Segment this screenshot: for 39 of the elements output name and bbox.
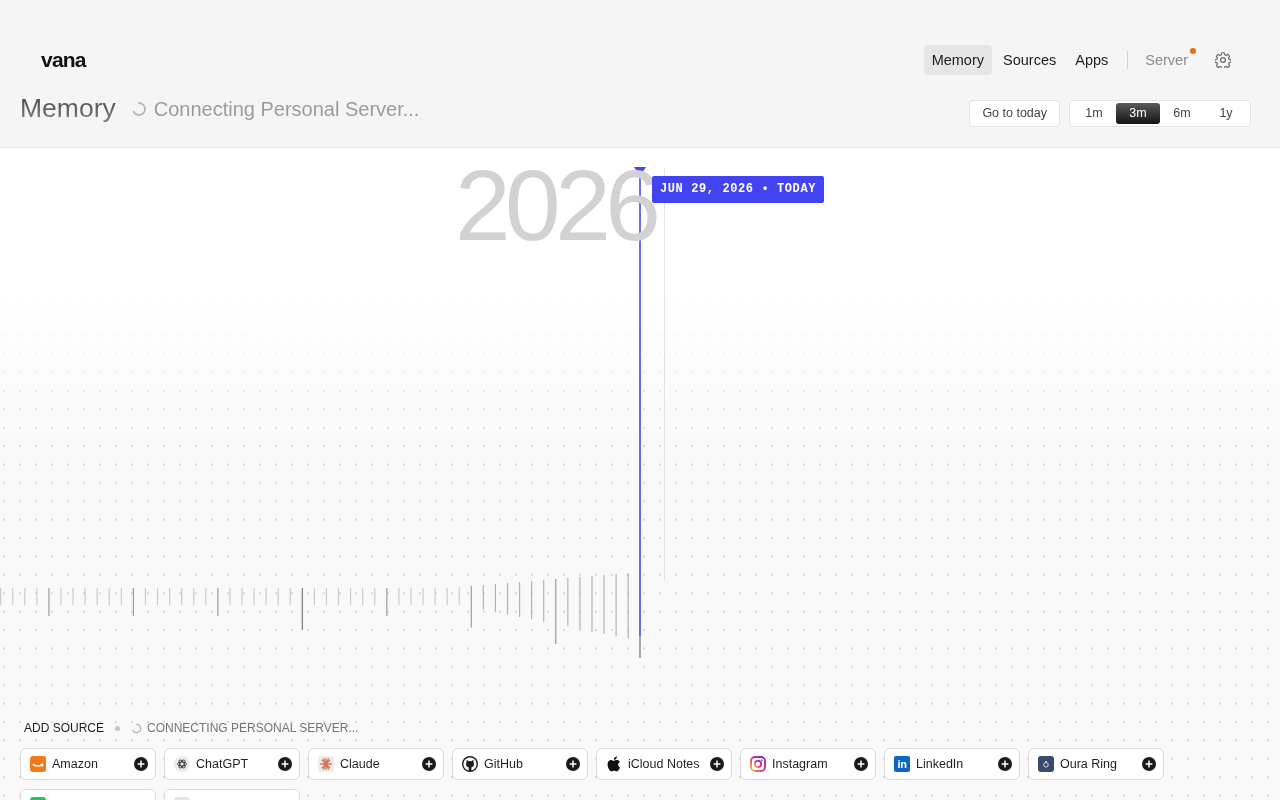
cat-logo-icon	[462, 756, 478, 772]
source-button[interactable]: Claude	[308, 748, 444, 780]
apple-icon	[606, 756, 622, 772]
source-button[interactable]: Oura Ring	[1028, 748, 1164, 780]
source-button[interactable]: Instagram	[740, 748, 876, 780]
starburst-icon	[318, 756, 334, 772]
range-option[interactable]: 1m	[1072, 102, 1116, 124]
in-logo-icon: in	[894, 756, 910, 772]
today-label: JUN 29, 2026 • TODAY	[652, 176, 825, 203]
add-icon	[1142, 757, 1156, 771]
source-button[interactable]: in LinkedIn	[884, 748, 1020, 780]
nav-tab[interactable]: Memory	[923, 45, 992, 75]
go-to-today-button[interactable]: Go to today	[969, 99, 1060, 127]
smile-logo-icon	[30, 756, 46, 772]
nav-tab[interactable]: Apps	[1067, 45, 1117, 75]
range-option[interactable]: 1y	[1204, 102, 1248, 124]
camera-icon	[750, 756, 766, 772]
source-button[interactable]: Amazon	[20, 748, 156, 780]
add-icon	[854, 757, 868, 771]
connection-status: CONNECTING PERSONAL SERVER...	[147, 721, 359, 735]
add-icon	[566, 757, 580, 771]
settings-icon[interactable]	[1215, 52, 1231, 68]
add-icon	[134, 757, 148, 771]
add-icon	[998, 757, 1012, 771]
source-button[interactable]: iCloud Notes	[596, 748, 732, 780]
knot-logo-icon	[174, 756, 190, 772]
source-button[interactable]: GitHub	[452, 748, 588, 780]
dot-icon	[115, 725, 120, 731]
add-icon	[422, 757, 436, 771]
add-icon	[710, 757, 724, 771]
ring-icon	[1038, 756, 1054, 772]
source-button[interactable]: ChatGPT	[164, 748, 300, 780]
connection-status: Connecting Personal Server...	[153, 96, 420, 122]
nav-tab[interactable]: Sources	[995, 45, 1065, 75]
add-icon	[278, 757, 292, 771]
range-option[interactable]: 6m	[1160, 102, 1204, 124]
range-option[interactable]: 3m	[1116, 102, 1160, 124]
logo[interactable]: vana	[41, 48, 86, 72]
add-source-heading: ADD SOURCE	[24, 721, 104, 735]
